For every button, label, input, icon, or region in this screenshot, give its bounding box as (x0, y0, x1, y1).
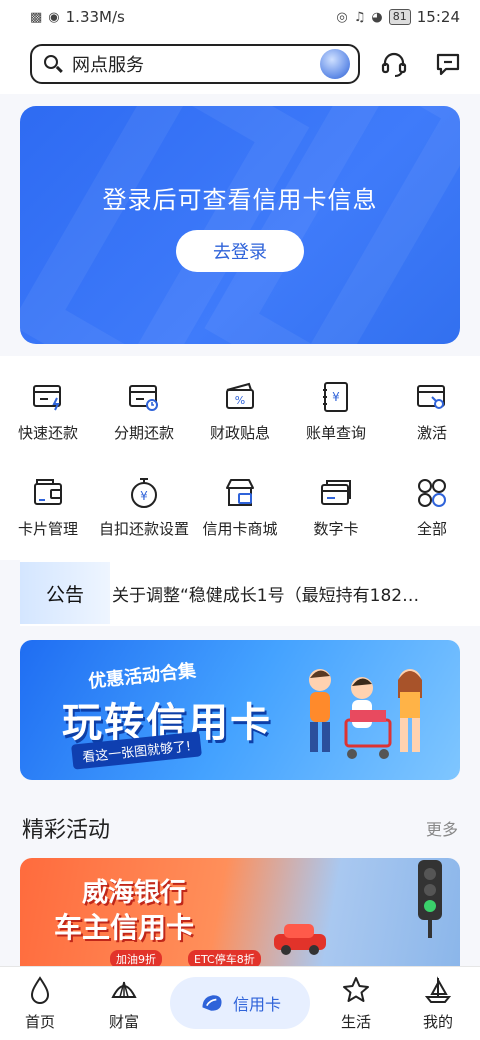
digital-card-icon (321, 480, 351, 505)
login-prompt: 登录后可查看信用卡信息 (102, 186, 378, 214)
grid-item-all[interactable]: 全部 (384, 452, 480, 542)
nav-item-life[interactable]: 生活 (316, 967, 396, 1040)
bill-icon: ¥ (323, 382, 348, 412)
announcement-tag: 公告 (20, 562, 110, 624)
speedometer-icon: ◕ (371, 9, 383, 25)
life-icon (343, 977, 369, 1002)
nav-label: 我的 (422, 1013, 453, 1031)
grid-item-label: 数字卡 (313, 520, 359, 538)
svg-text:¥: ¥ (332, 390, 340, 404)
nav-item-credit-card[interactable]: 信用卡 (170, 977, 310, 1029)
shopping-people-illustration (309, 669, 422, 759)
search-input[interactable]: 网点服务 (72, 51, 320, 77)
activate-icon (417, 385, 445, 409)
all-icon (418, 479, 446, 507)
activity-banner-line2: 车主信用卡 (54, 911, 195, 944)
grid-item-label: 账单查询 (305, 424, 366, 442)
wallet-icon (34, 479, 62, 505)
search-bar[interactable]: 网点服务 (30, 44, 360, 84)
home-icon (30, 976, 50, 1004)
subsidy-icon: % (226, 382, 254, 409)
svg-text:%: % (235, 394, 245, 407)
login-card: 登录后可查看信用卡信息 去登录 (20, 106, 460, 344)
grid-item-digital-card[interactable]: 数字卡 (288, 452, 384, 542)
mute-icon: ♫ (353, 9, 366, 25)
grid-item-label: 全部 (416, 520, 447, 538)
grid-item-installment[interactable]: 分期还款 (96, 356, 192, 446)
credit-card-icon (202, 995, 222, 1011)
announcement-bar[interactable]: 公告 关于调整“稳健成长1号（最短持有182… (20, 560, 480, 626)
nav-label: 首页 (24, 1013, 55, 1031)
activity-banner-line1: 威海银行 (82, 878, 187, 908)
header: 网点服务 (0, 34, 480, 94)
network-speed: 1.33M/s (65, 8, 125, 26)
nav-label: 财富 (108, 1013, 139, 1031)
search-icon (42, 53, 64, 75)
notification-icon: ▩ (30, 9, 43, 25)
headset-icon[interactable] (380, 50, 408, 78)
grid-item-label: 自扣还款设置 (98, 520, 189, 538)
grid-item-activate[interactable]: 激活 (384, 356, 480, 446)
clock: 15:24 (416, 8, 460, 26)
grid-item-store[interactable]: 信用卡商城 (192, 452, 288, 542)
function-grid: 快速还款 分期还款 % 财政贴息 ¥ 账单查询 激活 卡片管理 ¥ 自扣还款设置… (0, 356, 480, 560)
grid-item-label: 财政贴息 (209, 424, 270, 442)
wifi-icon: ◉ (48, 9, 60, 25)
grid-item-label: 分期还款 (113, 424, 174, 442)
announcement-text[interactable]: 关于调整“稳健成长1号（最短持有182… (112, 581, 458, 606)
activity-banner[interactable]: 威海银行 车主信用卡 加油9折 ETC停车8折 (20, 858, 460, 970)
grid-item-label: 卡片管理 (17, 520, 78, 538)
profile-icon (424, 976, 452, 1003)
message-icon[interactable] (434, 50, 462, 78)
store-icon (226, 479, 254, 506)
more-link[interactable]: 更多 (426, 816, 458, 840)
ai-assistant-icon[interactable] (320, 49, 350, 79)
grid-item-subsidy[interactable]: % 财政贴息 (192, 356, 288, 446)
promo-subtitle: 优惠活动合集 (87, 660, 197, 693)
installment-icon (129, 385, 158, 411)
section-title: 精彩活动 (22, 818, 111, 843)
battery-icon: 81 (388, 9, 411, 25)
nav-item-wealth[interactable]: 财富 (84, 967, 164, 1040)
nav-item-home[interactable]: 首页 (0, 967, 80, 1040)
fast-repay-icon (33, 385, 61, 411)
auto-repay-icon: ¥ (131, 478, 157, 508)
grid-item-label: 激活 (416, 424, 447, 442)
traffic-light-illustration (418, 860, 442, 938)
grid-item-label: 信用卡商城 (202, 520, 278, 538)
login-button[interactable]: 去登录 (176, 230, 304, 272)
grid-item-card-manage[interactable]: 卡片管理 (0, 452, 96, 542)
grid-item-fast-repay[interactable]: 快速还款 (0, 356, 96, 446)
promo-banner[interactable]: 优惠活动合集 玩转信用卡 看这一张图就够了! (20, 640, 460, 780)
car-illustration (274, 924, 326, 955)
svg-text:¥: ¥ (140, 489, 148, 503)
grid-item-label: 快速还款 (17, 424, 78, 442)
nav-item-profile[interactable]: 我的 (398, 967, 478, 1040)
nav-label: 信用卡 (232, 995, 281, 1014)
eye-icon: ◎ (336, 9, 348, 25)
wealth-icon (111, 981, 137, 998)
bottom-nav: 首页 财富 信用卡 生活 我的 (0, 966, 480, 1040)
grid-item-bill[interactable]: ¥ 账单查询 (288, 356, 384, 446)
status-bar: ▩ ◉ 1.33M/s ◎ ♫ ◕ 81 15:24 (0, 0, 480, 34)
grid-item-auto-repay[interactable]: ¥ 自扣还款设置 (96, 452, 192, 542)
nav-label: 生活 (340, 1013, 371, 1031)
